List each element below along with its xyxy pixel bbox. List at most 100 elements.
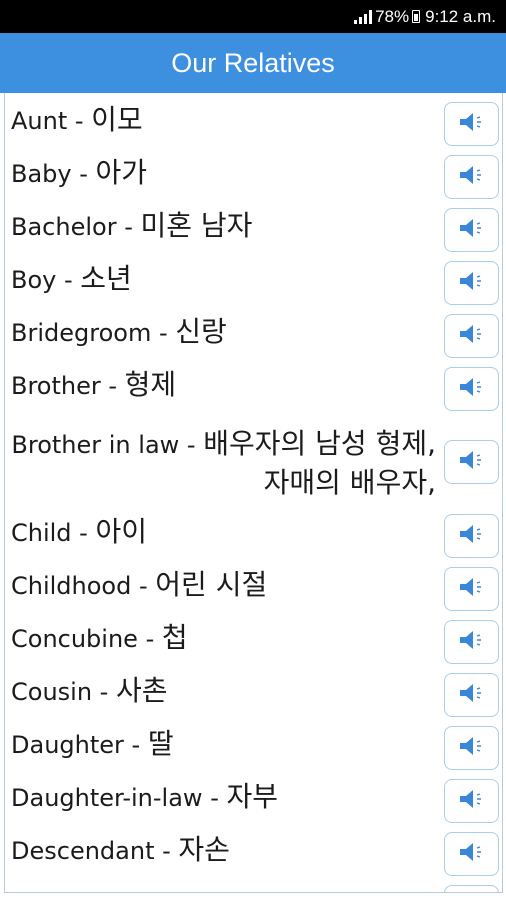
speaker-icon xyxy=(458,163,486,191)
list-item: Daughter-in-law - 자부 xyxy=(5,774,502,827)
separator: - xyxy=(131,572,156,600)
english-word: Daughter xyxy=(11,731,124,759)
separator: - xyxy=(67,107,92,135)
list-item: Descendant - 자손 xyxy=(5,827,502,880)
speaker-icon xyxy=(458,787,486,815)
korean-translation: 딸 xyxy=(147,727,174,760)
separator: - xyxy=(71,160,96,188)
play-audio-button[interactable] xyxy=(444,208,499,252)
clock: 9:12 a.m. xyxy=(425,6,496,26)
korean-translation: 형제 xyxy=(124,368,177,401)
list-item xyxy=(5,880,502,892)
list-item: Cousin - 사촌 xyxy=(5,668,502,721)
play-audio-button[interactable] xyxy=(444,885,499,892)
word-entry: Brother - 형제 xyxy=(11,368,436,403)
speaker-icon xyxy=(458,375,486,403)
battery-percentage: 78% xyxy=(375,6,410,26)
english-word: Descendant xyxy=(11,837,155,865)
page-title: Our Relatives xyxy=(171,47,335,78)
separator: - xyxy=(100,372,125,400)
english-word: Concubine xyxy=(11,625,138,653)
korean-translation: 아이 xyxy=(95,515,147,548)
english-word: Boy xyxy=(11,266,57,294)
english-word: Bachelor xyxy=(11,213,117,241)
word-entry: Concubine - 첩 xyxy=(11,621,436,656)
signal-icon xyxy=(354,9,373,24)
list-item: Aunt - 이모 xyxy=(5,97,502,150)
korean-translation: 자손 xyxy=(178,833,230,866)
english-word: Baby xyxy=(11,160,72,188)
speaker-icon xyxy=(458,522,486,550)
speaker-icon xyxy=(458,322,486,350)
separator: - xyxy=(202,784,227,812)
english-word: Aunt xyxy=(11,107,68,135)
word-entry: Cousin - 사촌 xyxy=(11,674,436,709)
word-entry: Childhood - 어린 시절 xyxy=(11,568,436,603)
speaker-icon xyxy=(458,840,486,868)
list-item: Daughter - 딸 xyxy=(5,721,502,774)
korean-translation: 자부 xyxy=(226,780,279,813)
english-word: Daughter-in-law xyxy=(11,784,203,812)
word-entry: Daughter-in-law - 자부 xyxy=(11,780,436,815)
word-list-frame: Aunt - 이모 Baby - 아가 Bachelor - 미혼 남자 Boy - … xyxy=(4,93,503,893)
separator: - xyxy=(56,266,81,294)
list-item: Baby - 아가 xyxy=(5,150,502,203)
word-entry: Bachelor - 미혼 남자 xyxy=(11,209,436,244)
separator: - xyxy=(116,213,141,241)
play-audio-button[interactable] xyxy=(444,102,499,146)
list-item: Bachelor - 미혼 남자 xyxy=(5,203,502,256)
english-word: Childhood xyxy=(11,572,132,600)
play-audio-button[interactable] xyxy=(444,514,499,558)
list-item: Childhood - 어린 시절 xyxy=(5,562,502,615)
separator: - xyxy=(71,519,96,547)
korean-translation: 첩 xyxy=(161,621,188,654)
word-entry: Aunt - 이모 xyxy=(11,103,436,138)
play-audio-button[interactable] xyxy=(444,367,499,411)
speaker-icon xyxy=(458,448,486,476)
korean-translation: 아가 xyxy=(95,156,148,189)
play-audio-button[interactable] xyxy=(444,440,499,484)
english-word: Brother xyxy=(11,372,101,400)
korean-translation: 사촌 xyxy=(115,674,168,707)
korean-translation: 미혼 남자 xyxy=(140,209,253,242)
word-entry: Descendant - 자손 xyxy=(11,833,436,868)
english-word: Bridegroom xyxy=(11,319,152,347)
word-entry: Daughter - 딸 xyxy=(11,727,436,762)
play-audio-button[interactable] xyxy=(444,314,499,358)
english-word: Cousin xyxy=(11,678,93,706)
play-audio-button[interactable] xyxy=(444,779,499,823)
status-bar: 78% 9:12 a.m. xyxy=(0,0,506,33)
speaker-icon xyxy=(458,110,486,138)
play-audio-button[interactable] xyxy=(444,673,499,717)
play-audio-button[interactable] xyxy=(444,567,499,611)
list-item: Concubine - 첩 xyxy=(5,615,502,668)
word-entry: Bridegroom - 신랑 xyxy=(11,315,436,350)
word-list[interactable]: Aunt - 이모 Baby - 아가 Bachelor - 미혼 남자 Boy - … xyxy=(5,97,502,892)
list-item: Brother in law - 배우자의 남성 형제, 자매의 배우자, xyxy=(5,415,502,509)
play-audio-button[interactable] xyxy=(444,726,499,770)
korean-translation: 소년 xyxy=(80,262,132,295)
separator: - xyxy=(151,319,176,347)
speaker-icon xyxy=(458,575,486,603)
separator: - xyxy=(92,678,116,706)
speaker-icon xyxy=(458,681,486,709)
list-item: Child - 아이 xyxy=(5,509,502,562)
english-word: Brother in law xyxy=(11,431,180,459)
play-audio-button[interactable] xyxy=(444,155,499,199)
word-entry: Brother in law - 배우자의 남성 형제, 자매의 배우자, xyxy=(11,425,436,503)
speaker-icon xyxy=(458,628,486,656)
word-entry: Baby - 아가 xyxy=(11,156,436,191)
speaker-icon xyxy=(458,269,486,297)
speaker-icon xyxy=(458,734,486,762)
korean-translation: 배우자의 남성 형제, 자매의 배우자, xyxy=(203,427,436,499)
word-entry: Boy - 소년 xyxy=(11,262,436,297)
play-audio-button[interactable] xyxy=(444,832,499,876)
play-audio-button[interactable] xyxy=(444,261,499,305)
korean-translation: 어린 시절 xyxy=(155,568,268,601)
list-item: Brother - 형제 xyxy=(5,362,502,415)
word-entry: Child - 아이 xyxy=(11,515,436,550)
list-item: Bridegroom - 신랑 xyxy=(5,309,502,362)
play-audio-button[interactable] xyxy=(444,620,499,664)
list-item: Boy - 소년 xyxy=(5,256,502,309)
english-word: Child xyxy=(11,519,72,547)
